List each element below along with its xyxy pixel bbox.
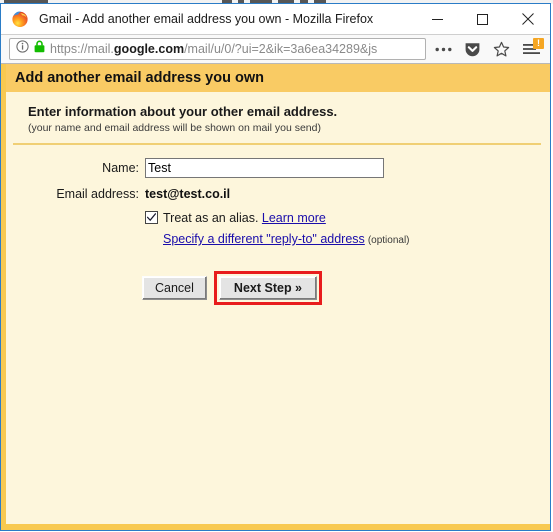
- page-header-band: Add another email address you own: [6, 64, 550, 92]
- firefox-window: Gmail - Add another email address you ow…: [0, 3, 551, 531]
- page-actions-ellipsis-icon[interactable]: [429, 37, 458, 61]
- learn-more-link[interactable]: Learn more: [262, 211, 326, 225]
- pocket-save-icon[interactable]: [458, 37, 487, 61]
- specify-reply-to-link[interactable]: Specify a different "reply-to" address: [163, 232, 365, 246]
- info-circle-icon[interactable]: [16, 40, 29, 58]
- section-subtitle: (your name and email address will be sho…: [28, 122, 321, 134]
- window-minimize-button[interactable]: [415, 4, 460, 34]
- window-maximize-button[interactable]: [460, 4, 505, 34]
- name-label: Name:: [102, 161, 139, 175]
- alias-row: Treat as an alias. Learn more: [6, 210, 550, 227]
- firefox-logo-icon: [11, 10, 29, 28]
- name-input[interactable]: [145, 158, 384, 178]
- email-address-row: Email address: test@test.co.il: [6, 184, 550, 204]
- menu-update-badge: !: [533, 38, 544, 49]
- padlock-secure-icon[interactable]: [34, 40, 45, 58]
- page-body: Enter information about your other email…: [6, 92, 550, 305]
- form-buttons-row: Cancel Next Step »: [142, 271, 550, 305]
- next-step-button[interactable]: Next Step »: [218, 276, 318, 300]
- next-step-highlight-box: Next Step »: [213, 271, 323, 305]
- add-address-form: Name: Email address: test@test.co.il: [6, 158, 550, 305]
- gmail-add-address-page: Add another email address you own Enter …: [1, 64, 550, 530]
- treat-as-alias-checkbox[interactable]: [145, 211, 158, 224]
- treat-as-alias-label: Treat as an alias.: [163, 211, 259, 225]
- bookmark-star-icon[interactable]: [487, 37, 516, 61]
- name-row: Name:: [6, 158, 550, 178]
- email-address-value: test@test.co.il: [145, 187, 231, 201]
- hamburger-menu-icon[interactable]: !: [516, 37, 546, 61]
- cancel-button[interactable]: Cancel: [142, 276, 207, 300]
- url-bar[interactable]: https://mail.google.com/mail/u/0/?ui=2&i…: [9, 38, 426, 60]
- header-divider: [13, 143, 541, 145]
- email-address-label: Email address:: [56, 187, 139, 201]
- window-titlebar[interactable]: Gmail - Add another email address you ow…: [1, 4, 550, 34]
- reply-to-row: Specify a different "reply-to" address (o…: [163, 232, 550, 246]
- window-title: Gmail - Add another email address you ow…: [39, 12, 374, 26]
- section-title: Enter information about your other email…: [28, 104, 338, 119]
- page-title: Add another email address you own: [15, 70, 264, 86]
- reply-to-optional-note: (optional): [367, 235, 410, 246]
- window-controls: [415, 4, 550, 34]
- browser-content-area: Add another email address you own Enter …: [1, 64, 550, 530]
- url-text[interactable]: https://mail.google.com/mail/u/0/?ui=2&i…: [50, 39, 425, 59]
- window-close-button[interactable]: [505, 4, 550, 34]
- site-identity-box[interactable]: [10, 40, 50, 58]
- browser-navigation-toolbar: https://mail.google.com/mail/u/0/?ui=2&i…: [1, 34, 550, 64]
